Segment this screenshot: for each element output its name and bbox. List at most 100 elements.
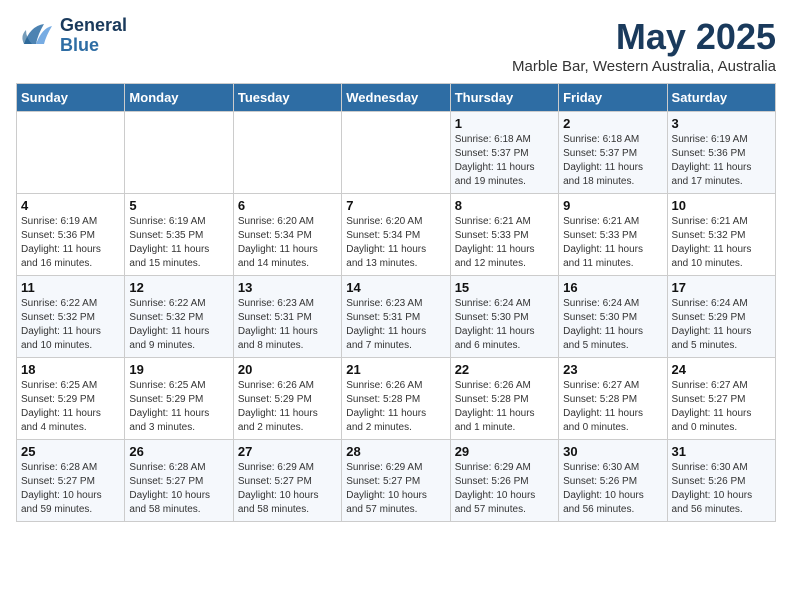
day-number: 18 xyxy=(21,362,120,377)
calendar-cell: 1 Sunrise: 6:18 AM Sunset: 5:37 PM Daylig… xyxy=(450,112,558,194)
day-number: 19 xyxy=(129,362,228,377)
week-row-4: 18 Sunrise: 6:25 AM Sunset: 5:29 PM Dayli… xyxy=(17,358,776,440)
location: Marble Bar, Western Australia, Australia xyxy=(512,58,776,75)
day-info: Sunrise: 6:24 AM Sunset: 5:30 PM Dayligh… xyxy=(455,297,554,353)
day-info: Sunrise: 6:20 AM Sunset: 5:34 PM Dayligh… xyxy=(238,215,337,271)
header-day-monday: Monday xyxy=(125,84,233,112)
calendar-cell xyxy=(125,112,233,194)
day-number: 11 xyxy=(21,280,120,295)
day-number: 15 xyxy=(455,280,554,295)
day-info: Sunrise: 6:21 AM Sunset: 5:33 PM Dayligh… xyxy=(455,215,554,271)
calendar-cell: 18 Sunrise: 6:25 AM Sunset: 5:29 PM Dayli… xyxy=(17,358,125,440)
calendar-cell: 17Sunrise: 6:24 AM Sunset: 5:29 PM Dayli… xyxy=(667,276,775,358)
page-header: General Blue May 2025 Marble Bar, Wester… xyxy=(16,16,776,75)
day-info: Sunrise: 6:29 AM Sunset: 5:26 PM Dayligh… xyxy=(455,461,554,517)
day-number: 31 xyxy=(672,444,771,459)
calendar-cell: 28 Sunrise: 6:29 AM Sunset: 5:27 PM Dayli… xyxy=(342,440,450,522)
day-number: 26 xyxy=(129,444,228,459)
calendar-cell: 21 Sunrise: 6:26 AM Sunset: 5:28 PM Dayli… xyxy=(342,358,450,440)
day-info: Sunrise: 6:19 AM Sunset: 5:36 PM Dayligh… xyxy=(672,133,771,189)
week-row-1: 1 Sunrise: 6:18 AM Sunset: 5:37 PM Daylig… xyxy=(17,112,776,194)
calendar-cell: 26 Sunrise: 6:28 AM Sunset: 5:27 PM Dayli… xyxy=(125,440,233,522)
calendar-table: SundayMondayTuesdayWednesdayThursdayFrid… xyxy=(16,83,776,522)
calendar-cell: 11Sunrise: 6:22 AM Sunset: 5:32 PM Dayli… xyxy=(17,276,125,358)
day-info: Sunrise: 6:21 AM Sunset: 5:32 PM Dayligh… xyxy=(672,215,771,271)
calendar-cell: 15 Sunrise: 6:24 AM Sunset: 5:30 PM Dayli… xyxy=(450,276,558,358)
day-info: Sunrise: 6:18 AM Sunset: 5:37 PM Dayligh… xyxy=(563,133,662,189)
day-info: Sunrise: 6:25 AM Sunset: 5:29 PM Dayligh… xyxy=(21,379,120,435)
day-info: Sunrise: 6:28 AM Sunset: 5:27 PM Dayligh… xyxy=(129,461,228,517)
day-number: 17 xyxy=(672,280,771,295)
day-number: 20 xyxy=(238,362,337,377)
week-row-2: 4Sunrise: 6:19 AM Sunset: 5:36 PM Daylig… xyxy=(17,194,776,276)
logo-text: General Blue xyxy=(60,16,127,56)
day-number: 2 xyxy=(563,116,662,131)
day-number: 8 xyxy=(455,198,554,213)
day-number: 30 xyxy=(563,444,662,459)
day-info: Sunrise: 6:29 AM Sunset: 5:27 PM Dayligh… xyxy=(238,461,337,517)
day-info: Sunrise: 6:29 AM Sunset: 5:27 PM Dayligh… xyxy=(346,461,445,517)
logo-general: General xyxy=(60,16,127,36)
header-day-thursday: Thursday xyxy=(450,84,558,112)
day-info: Sunrise: 6:30 AM Sunset: 5:26 PM Dayligh… xyxy=(563,461,662,517)
day-number: 9 xyxy=(563,198,662,213)
day-info: Sunrise: 6:20 AM Sunset: 5:34 PM Dayligh… xyxy=(346,215,445,271)
day-info: Sunrise: 6:26 AM Sunset: 5:28 PM Dayligh… xyxy=(346,379,445,435)
calendar-cell: 5 Sunrise: 6:19 AM Sunset: 5:35 PM Daylig… xyxy=(125,194,233,276)
calendar-cell: 31 Sunrise: 6:30 AM Sunset: 5:26 PM Dayli… xyxy=(667,440,775,522)
header-row: SundayMondayTuesdayWednesdayThursdayFrid… xyxy=(17,84,776,112)
day-info: Sunrise: 6:30 AM Sunset: 5:26 PM Dayligh… xyxy=(672,461,771,517)
calendar-cell: 25Sunrise: 6:28 AM Sunset: 5:27 PM Dayli… xyxy=(17,440,125,522)
day-number: 6 xyxy=(238,198,337,213)
day-info: Sunrise: 6:25 AM Sunset: 5:29 PM Dayligh… xyxy=(129,379,228,435)
day-number: 14 xyxy=(346,280,445,295)
header-day-wednesday: Wednesday xyxy=(342,84,450,112)
calendar-cell: 24 Sunrise: 6:27 AM Sunset: 5:27 PM Dayli… xyxy=(667,358,775,440)
logo: General Blue xyxy=(16,16,127,56)
day-number: 1 xyxy=(455,116,554,131)
day-number: 21 xyxy=(346,362,445,377)
week-row-5: 25Sunrise: 6:28 AM Sunset: 5:27 PM Dayli… xyxy=(17,440,776,522)
day-info: Sunrise: 6:28 AM Sunset: 5:27 PM Dayligh… xyxy=(21,461,120,517)
calendar-cell: 14Sunrise: 6:23 AM Sunset: 5:31 PM Dayli… xyxy=(342,276,450,358)
calendar-cell: 4Sunrise: 6:19 AM Sunset: 5:36 PM Daylig… xyxy=(17,194,125,276)
logo-blue: Blue xyxy=(60,36,127,56)
title-block: May 2025 Marble Bar, Western Australia, … xyxy=(512,16,776,75)
day-number: 28 xyxy=(346,444,445,459)
day-number: 13 xyxy=(238,280,337,295)
day-info: Sunrise: 6:27 AM Sunset: 5:28 PM Dayligh… xyxy=(563,379,662,435)
day-number: 10 xyxy=(672,198,771,213)
day-info: Sunrise: 6:26 AM Sunset: 5:28 PM Dayligh… xyxy=(455,379,554,435)
header-day-friday: Friday xyxy=(559,84,667,112)
header-day-sunday: Sunday xyxy=(17,84,125,112)
calendar-cell: 30 Sunrise: 6:30 AM Sunset: 5:26 PM Dayli… xyxy=(559,440,667,522)
day-number: 23 xyxy=(563,362,662,377)
calendar-cell: 12Sunrise: 6:22 AM Sunset: 5:32 PM Dayli… xyxy=(125,276,233,358)
day-number: 3 xyxy=(672,116,771,131)
calendar-cell: 9 Sunrise: 6:21 AM Sunset: 5:33 PM Daylig… xyxy=(559,194,667,276)
day-info: Sunrise: 6:22 AM Sunset: 5:32 PM Dayligh… xyxy=(129,297,228,353)
calendar-header: SundayMondayTuesdayWednesdayThursdayFrid… xyxy=(17,84,776,112)
day-info: Sunrise: 6:19 AM Sunset: 5:36 PM Dayligh… xyxy=(21,215,120,271)
day-number: 29 xyxy=(455,444,554,459)
calendar-cell: 13 Sunrise: 6:23 AM Sunset: 5:31 PM Dayli… xyxy=(233,276,341,358)
calendar-body: 1 Sunrise: 6:18 AM Sunset: 5:37 PM Daylig… xyxy=(17,112,776,522)
calendar-cell: 3 Sunrise: 6:19 AM Sunset: 5:36 PM Daylig… xyxy=(667,112,775,194)
calendar-cell: 6 Sunrise: 6:20 AM Sunset: 5:34 PM Daylig… xyxy=(233,194,341,276)
calendar-cell xyxy=(17,112,125,194)
day-info: Sunrise: 6:21 AM Sunset: 5:33 PM Dayligh… xyxy=(563,215,662,271)
day-number: 27 xyxy=(238,444,337,459)
calendar-cell: 19 Sunrise: 6:25 AM Sunset: 5:29 PM Dayli… xyxy=(125,358,233,440)
day-number: 5 xyxy=(129,198,228,213)
day-info: Sunrise: 6:27 AM Sunset: 5:27 PM Dayligh… xyxy=(672,379,771,435)
calendar-cell xyxy=(342,112,450,194)
day-info: Sunrise: 6:19 AM Sunset: 5:35 PM Dayligh… xyxy=(129,215,228,271)
logo-icon xyxy=(16,16,56,56)
calendar-cell: 20Sunrise: 6:26 AM Sunset: 5:29 PM Dayli… xyxy=(233,358,341,440)
day-number: 24 xyxy=(672,362,771,377)
day-info: Sunrise: 6:18 AM Sunset: 5:37 PM Dayligh… xyxy=(455,133,554,189)
day-info: Sunrise: 6:23 AM Sunset: 5:31 PM Dayligh… xyxy=(238,297,337,353)
day-number: 16 xyxy=(563,280,662,295)
calendar-cell: 29 Sunrise: 6:29 AM Sunset: 5:26 PM Dayli… xyxy=(450,440,558,522)
calendar-cell xyxy=(233,112,341,194)
